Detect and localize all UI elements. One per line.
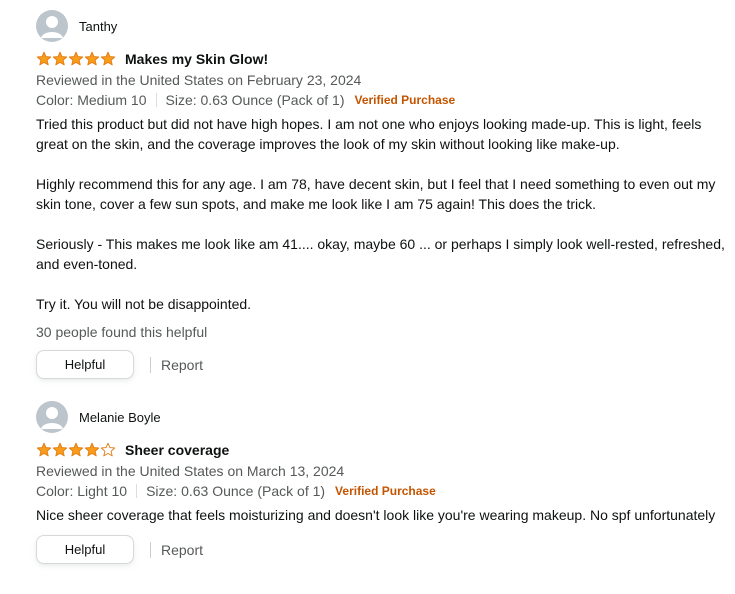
product-variant[interactable]: Color: Medium 10 Size: 0.63 Ounce (Pack … xyxy=(36,90,726,110)
avatar-icon[interactable] xyxy=(36,10,68,42)
report-link[interactable]: Report xyxy=(161,542,203,558)
divider xyxy=(155,93,157,107)
star-filled-icon xyxy=(100,51,116,66)
star-filled-icon xyxy=(84,51,100,66)
review-date: Reviewed in the United States on Februar… xyxy=(36,72,362,88)
review-date: Reviewed in the United States on March 1… xyxy=(36,463,345,479)
star-rating[interactable] xyxy=(36,442,116,458)
variant-size[interactable]: Size: 0.63 Ounce (Pack of 1) xyxy=(146,481,325,501)
star-filled-icon xyxy=(52,442,68,457)
verified-purchase-badge[interactable]: Verified Purchase xyxy=(335,481,436,501)
review-body: Tried this product but did not have high… xyxy=(36,114,726,314)
review-body: Nice sheer coverage that feels moisturiz… xyxy=(36,505,726,525)
report-link[interactable]: Report xyxy=(161,357,203,373)
helpful-button[interactable]: Helpful xyxy=(36,535,134,564)
star-rating[interactable] xyxy=(36,51,116,67)
review-paragraph: Seriously - This makes me look like am 4… xyxy=(36,236,725,272)
divider xyxy=(150,356,151,373)
review-2: Melanie Boyle Sheer coverage Reviewed in… xyxy=(36,401,726,564)
star-filled-icon xyxy=(36,442,52,457)
product-variant[interactable]: Color: Light 10 Size: 0.63 Ounce (Pack o… xyxy=(36,481,726,501)
star-filled-icon xyxy=(68,51,84,66)
avatar-icon[interactable] xyxy=(36,401,68,433)
variant-color[interactable]: Color: Medium 10 xyxy=(36,90,147,110)
review-title[interactable]: Sheer coverage xyxy=(125,442,229,458)
divider xyxy=(136,484,138,498)
review-title[interactable]: Makes my Skin Glow! xyxy=(125,51,268,67)
variant-color[interactable]: Color: Light 10 xyxy=(36,481,127,501)
star-filled-icon xyxy=(84,442,100,457)
star-filled-icon xyxy=(52,51,68,66)
review-1: Tanthy Makes my Skin Glow! Reviewed in t… xyxy=(36,10,726,379)
star-filled-icon xyxy=(68,442,84,457)
star-outline-icon xyxy=(100,442,116,457)
verified-purchase-badge[interactable]: Verified Purchase xyxy=(354,90,455,110)
variant-size[interactable]: Size: 0.63 Ounce (Pack of 1) xyxy=(166,90,345,110)
reviewer-profile[interactable]: Tanthy xyxy=(36,10,726,42)
star-filled-icon xyxy=(36,51,52,66)
review-paragraph: Try it. You will not be disappointed. xyxy=(36,296,252,312)
divider xyxy=(150,541,151,558)
helpful-button[interactable]: Helpful xyxy=(36,350,134,379)
reviewer-profile[interactable]: Melanie Boyle xyxy=(36,401,726,433)
reviewer-name[interactable]: Tanthy xyxy=(79,19,117,34)
review-paragraph: Tried this product but did not have high… xyxy=(36,116,702,152)
reviewer-name[interactable]: Melanie Boyle xyxy=(79,410,161,425)
helpful-count: 30 people found this helpful xyxy=(36,324,208,340)
review-paragraph: Highly recommend this for any age. I am … xyxy=(36,176,716,212)
review-paragraph: Nice sheer coverage that feels moisturiz… xyxy=(36,507,716,523)
